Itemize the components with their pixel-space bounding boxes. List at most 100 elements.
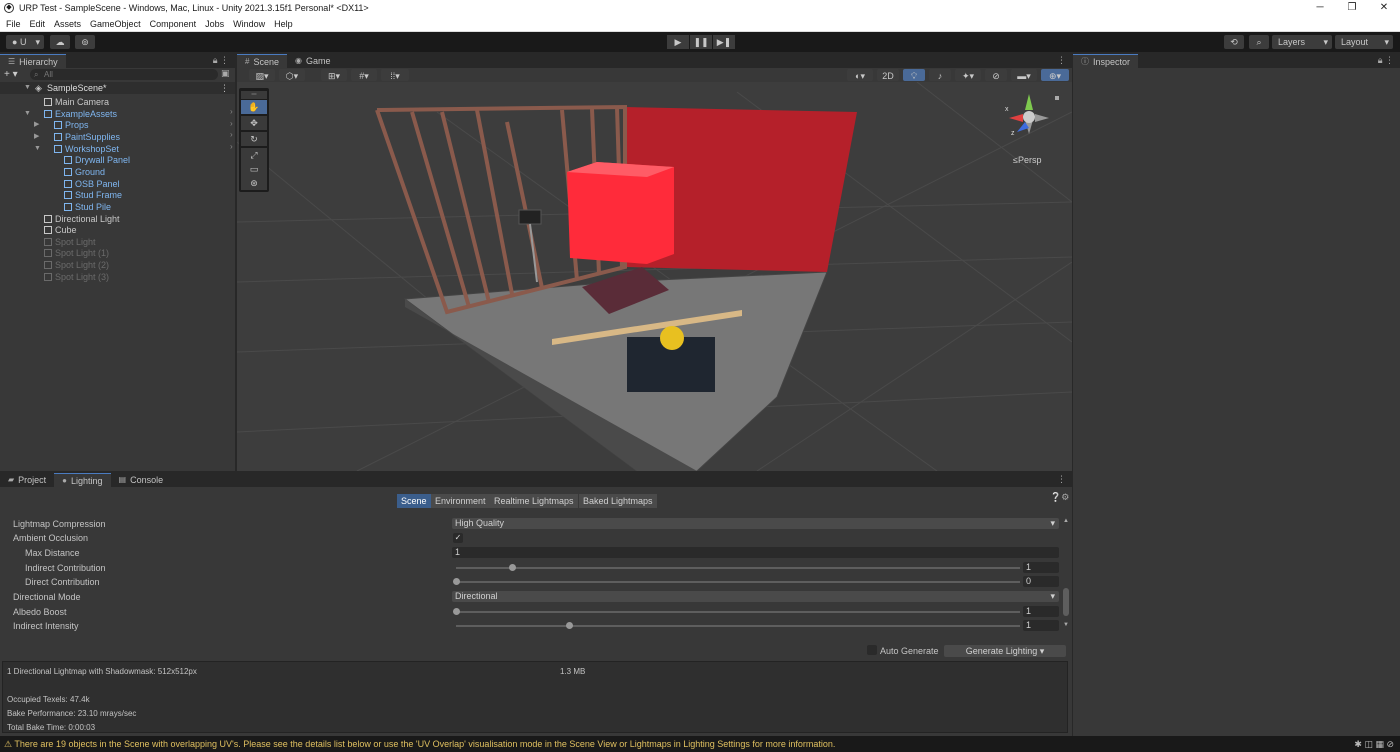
hierarchy-item[interactable]: Spot Light (1) xyxy=(34,247,109,259)
search-icon[interactable]: ⌕ xyxy=(1249,35,1269,49)
drag-handle-icon[interactable]: ═ xyxy=(241,91,267,99)
direct-contribution-field[interactable]: 0 xyxy=(1023,576,1059,587)
max-distance-field[interactable]: 1 xyxy=(452,547,1059,558)
effects-icon[interactable]: ✦▾ xyxy=(955,69,981,81)
layers-dropdown[interactable]: Layers xyxy=(1272,35,1332,49)
history-icon[interactable]: ⟲ xyxy=(1224,35,1244,49)
indirect-intensity-field[interactable]: 1 xyxy=(1023,620,1059,631)
tab-project[interactable]: ▰ Project xyxy=(0,473,54,487)
hierarchy-item[interactable]: Drywall Panel xyxy=(54,154,130,166)
status-bar[interactable]: ⚠ There are 19 objects in the Scene with… xyxy=(0,736,1400,752)
filter-icon[interactable]: ▣ xyxy=(221,68,230,79)
albedo-boost-slider[interactable] xyxy=(456,611,1020,613)
generate-lighting-button[interactable]: Generate Lighting ▾ xyxy=(944,645,1066,657)
auto-generate-checkbox[interactable] xyxy=(867,645,877,655)
gizmos-icon[interactable]: ⊕▾ xyxy=(1041,69,1069,81)
lightmap-compression-dropdown[interactable]: High Quality xyxy=(452,518,1059,529)
tab-hierarchy[interactable]: ☰ Hierarchy xyxy=(0,54,66,68)
cloud-icon[interactable]: ☁ xyxy=(50,35,70,49)
transform-tool-icon[interactable]: ⊛ xyxy=(241,176,267,190)
hierarchy-item[interactable]: Stud Pile xyxy=(54,201,111,213)
increment-icon[interactable]: ⁞⁞▾ xyxy=(381,69,409,81)
hierarchy-item[interactable]: Directional Light xyxy=(34,213,120,225)
account-dropdown[interactable]: ● U xyxy=(6,35,44,49)
draw-mode-icon[interactable]: ▨▾ xyxy=(249,69,275,81)
scroll-up-icon[interactable]: ▲ xyxy=(1063,518,1069,524)
hand-tool-icon[interactable]: ✋ xyxy=(241,100,267,114)
orientation-gizmo[interactable]: x z xyxy=(999,92,1059,147)
properties-scrollbar[interactable]: ▲ ▼ xyxy=(1063,518,1070,630)
audio-icon[interactable]: ♪ xyxy=(929,69,951,81)
indirect-intensity-knob[interactable] xyxy=(565,622,573,629)
shading-icon[interactable]: ◐▾ xyxy=(847,69,873,81)
minimize-icon[interactable]: ─ xyxy=(1304,0,1336,16)
move-tool-icon[interactable]: ✥ xyxy=(241,116,267,130)
subtab-scene[interactable]: Scene xyxy=(397,494,431,508)
gizmo-lock-icon[interactable] xyxy=(1055,96,1059,100)
hierarchy-item[interactable]: Props ▶ xyxy=(34,119,89,131)
hierarchy-item[interactable]: Cube xyxy=(34,224,77,236)
scroll-down-icon[interactable]: ▼ xyxy=(1063,622,1069,628)
ambient-occlusion-checkbox[interactable]: ✓ xyxy=(453,533,463,543)
tab-inspector[interactable]: ⓘ Inspector xyxy=(1073,54,1139,68)
hierarchy-item[interactable]: Stud Frame xyxy=(54,189,122,201)
scene-header-row[interactable]: ▼ ◈ SampleScene* ⋮ xyxy=(0,82,235,94)
indirect-intensity-slider[interactable] xyxy=(456,625,1020,627)
lighting-toggle-icon[interactable]: 💡︎ xyxy=(903,69,925,81)
hierarchy-item[interactable]: Ground xyxy=(54,166,105,178)
step-icon[interactable]: ▶❚ xyxy=(713,35,735,49)
play-icon[interactable]: ▶ xyxy=(667,35,689,49)
maximize-icon[interactable]: ❐ xyxy=(1336,0,1368,16)
hierarchy-item[interactable]: OSB Panel xyxy=(54,178,120,190)
menu-file[interactable]: File xyxy=(6,19,21,29)
hierarchy-item[interactable]: Spot Light (2) xyxy=(34,259,109,271)
tab-game[interactable]: ◉ Game xyxy=(287,54,339,68)
scene-viewport[interactable]: ═ ✋ ✥ ↻ ⤢ ▭ ⊛ x z ≤Persp xyxy=(237,82,1072,471)
directional-mode-dropdown[interactable]: Directional xyxy=(452,591,1059,602)
collab-icon[interactable]: ⊚ xyxy=(75,35,95,49)
direct-contribution-knob[interactable] xyxy=(453,578,460,585)
tab-lighting[interactable]: ● Lighting xyxy=(54,473,111,487)
close-icon[interactable]: ✕ xyxy=(1368,0,1400,16)
menu-window[interactable]: Window xyxy=(233,19,265,29)
add-object-button[interactable]: + ▾ xyxy=(4,69,26,81)
menu-jobs[interactable]: Jobs xyxy=(205,19,224,29)
hidden-objects-icon[interactable]: ⊘ xyxy=(985,69,1007,81)
pause-icon[interactable]: ❚❚ xyxy=(690,35,712,49)
rotate-tool-icon[interactable]: ↻ xyxy=(241,132,267,146)
snap-grid-icon[interactable]: ⊞▾ xyxy=(321,69,347,81)
status-icons[interactable]: ✱ ◫ ▦ ⊘ xyxy=(1354,736,1394,752)
projection-label[interactable]: ≤Persp xyxy=(1013,155,1041,165)
lock-icon[interactable]: 🔒︎ ⋮ xyxy=(1378,55,1394,66)
subtab-environment[interactable]: Environment xyxy=(431,494,490,508)
more-icon[interactable]: ⋮ xyxy=(1057,55,1066,66)
hierarchy-item[interactable]: WorkshopSet ▼ xyxy=(34,143,119,155)
grid-snap-icon[interactable]: #▾ xyxy=(351,69,377,81)
albedo-boost-field[interactable]: 1 xyxy=(1023,606,1059,617)
menu-help[interactable]: Help xyxy=(274,19,293,29)
pivot-icon[interactable]: ⬡▾ xyxy=(279,69,305,81)
tab-scene[interactable]: # Scene xyxy=(237,54,287,68)
hierarchy-search-input[interactable]: ⌕ All xyxy=(30,69,218,80)
subtab-baked-lightmaps[interactable]: Baked Lightmaps xyxy=(579,494,657,508)
direct-contribution-slider[interactable] xyxy=(456,581,1020,583)
hierarchy-item[interactable]: Spot Light xyxy=(34,236,96,248)
hierarchy-item[interactable]: Spot Light (3) xyxy=(34,271,109,283)
menu-edit[interactable]: Edit xyxy=(30,19,46,29)
scale-tool-icon[interactable]: ⤢ xyxy=(241,148,267,162)
lock-icon[interactable]: 🔒︎ ⋮ xyxy=(213,55,229,66)
indirect-contribution-field[interactable]: 1 xyxy=(1023,562,1059,573)
hierarchy-item[interactable]: PaintSupplies ▶ xyxy=(34,131,120,143)
subtab-realtime-lightmaps[interactable]: Realtime Lightmaps xyxy=(490,494,578,508)
menu-gameobject[interactable]: GameObject xyxy=(90,19,141,29)
menu-component[interactable]: Component xyxy=(150,19,197,29)
menu-assets[interactable]: Assets xyxy=(54,19,81,29)
indirect-contribution-knob[interactable] xyxy=(509,564,517,571)
hierarchy-item[interactable]: ExampleAssets ▼ xyxy=(24,108,117,120)
camera-icon[interactable]: ▬▾ xyxy=(1011,69,1037,81)
hierarchy-item[interactable]: Main Camera xyxy=(34,96,109,108)
more-icon[interactable]: ⋮ xyxy=(1057,474,1066,485)
layout-dropdown[interactable]: Layout xyxy=(1335,35,1393,49)
more-icon[interactable]: ⋮ xyxy=(220,82,229,94)
toggle-2d-button[interactable]: 2D xyxy=(877,69,899,81)
